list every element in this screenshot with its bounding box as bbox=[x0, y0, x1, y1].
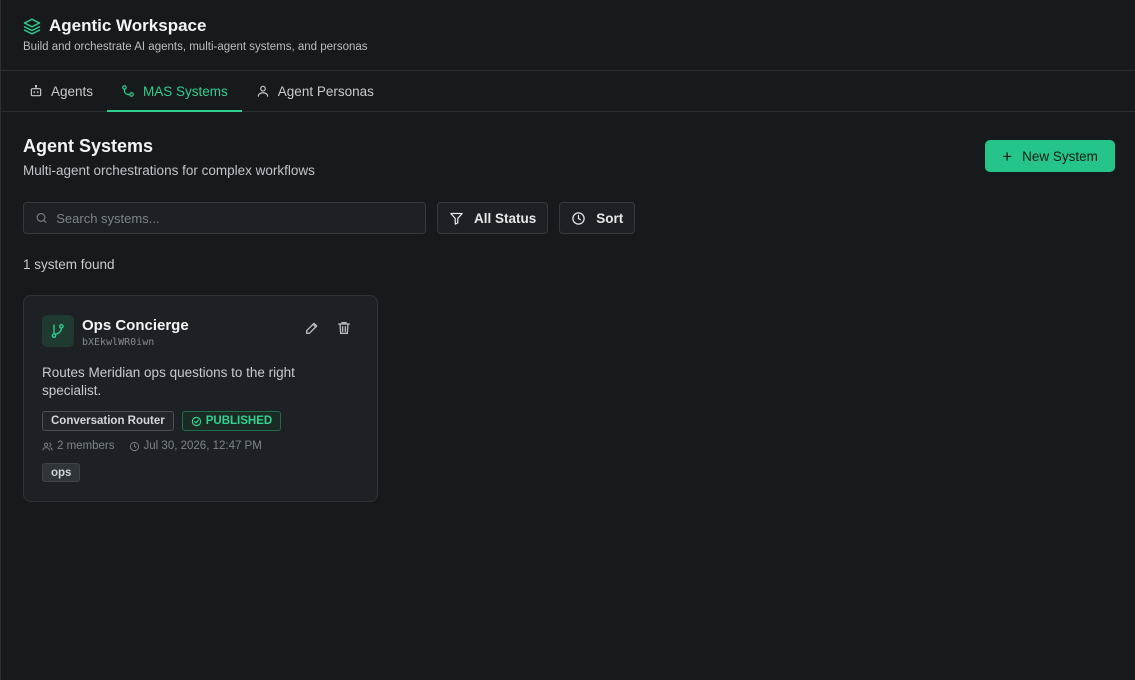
layers-icon bbox=[23, 17, 41, 35]
card-actions bbox=[304, 320, 352, 336]
search-icon bbox=[36, 213, 47, 223]
clock-icon bbox=[129, 441, 139, 451]
page-title: Agent Systems bbox=[23, 136, 154, 156]
sort-label: Sort bbox=[596, 210, 624, 226]
updated-meta: Jul 30, 2026, 12:47 PM bbox=[129, 440, 262, 452]
status-badge: PUBLISHED bbox=[181, 411, 282, 431]
trash-icon[interactable] bbox=[336, 320, 352, 336]
check-circle-icon bbox=[191, 416, 201, 426]
result-count: 1 system found bbox=[23, 257, 115, 272]
system-card[interactable]: Ops Concierge bXEkwlWR0iwn Routes Meridi… bbox=[23, 295, 378, 502]
new-system-label: New System bbox=[1022, 148, 1098, 164]
filter-bar: All Status Sort bbox=[23, 202, 1113, 234]
system-description: Routes Meridian ops questions to the rig… bbox=[42, 365, 295, 398]
status-filter-button[interactable]: All Status bbox=[437, 202, 549, 234]
workspace-header: Agentic Workspace Build and orchestrate … bbox=[1, 0, 1135, 71]
card-meta: 2 members Jul 30, 2026, 12:47 PM bbox=[42, 440, 359, 452]
system-name: Ops Concierge bbox=[82, 317, 189, 334]
clock-icon bbox=[572, 211, 586, 225]
tag-chip[interactable]: ops bbox=[42, 463, 81, 482]
search-input[interactable] bbox=[56, 210, 425, 226]
tab-mas-systems-label: MAS Systems bbox=[143, 83, 228, 99]
users-icon bbox=[42, 442, 53, 451]
status-badge-label: PUBLISHED bbox=[205, 415, 273, 427]
edit-icon[interactable] bbox=[304, 320, 320, 336]
workspace-subtitle: Build and orchestrate AI agents, multi-a… bbox=[23, 41, 368, 53]
members-meta: 2 members bbox=[42, 440, 115, 452]
tab-agents-label: Agents bbox=[51, 83, 94, 99]
tab-mas-systems[interactable]: MAS Systems bbox=[107, 71, 242, 112]
members-count: 2 members bbox=[57, 440, 115, 452]
new-system-button[interactable]: + New System bbox=[985, 140, 1115, 172]
filter-icon bbox=[450, 212, 463, 225]
page-subtitle: Multi-agent orchestrations for complex w… bbox=[23, 163, 315, 178]
plus-icon: + bbox=[1002, 146, 1013, 166]
main-content: Agent Systems Multi-agent orchestrations… bbox=[1, 112, 1135, 502]
tab-agent-personas-label: Agent Personas bbox=[277, 83, 374, 99]
git-branch-icon bbox=[42, 315, 74, 347]
status-filter-label: All Status bbox=[474, 210, 537, 226]
system-id: bXEkwlWR0iwn bbox=[82, 337, 155, 348]
tab-agents[interactable]: Agents bbox=[15, 71, 107, 111]
workspace-title: Agentic Workspace bbox=[49, 16, 207, 35]
type-badge: Conversation Router bbox=[42, 411, 174, 431]
sort-button[interactable]: Sort bbox=[559, 202, 636, 234]
badge-row: Conversation Router PUBLISHED bbox=[42, 411, 359, 431]
tab-bar: Agents MAS Systems Agent Personas bbox=[1, 71, 1135, 112]
brand-row: Agentic Workspace bbox=[23, 16, 1113, 36]
search-box bbox=[23, 202, 426, 234]
user-icon bbox=[257, 85, 269, 97]
workflow-icon bbox=[122, 85, 134, 97]
updated-timestamp: Jul 30, 2026, 12:47 PM bbox=[143, 440, 262, 452]
card-title-block: Ops Concierge bXEkwlWR0iwn bbox=[82, 315, 189, 348]
tab-agent-personas[interactable]: Agent Personas bbox=[242, 71, 388, 111]
robot-icon bbox=[30, 84, 42, 97]
app-root: Agentic Workspace Build and orchestrate … bbox=[0, 0, 1135, 680]
